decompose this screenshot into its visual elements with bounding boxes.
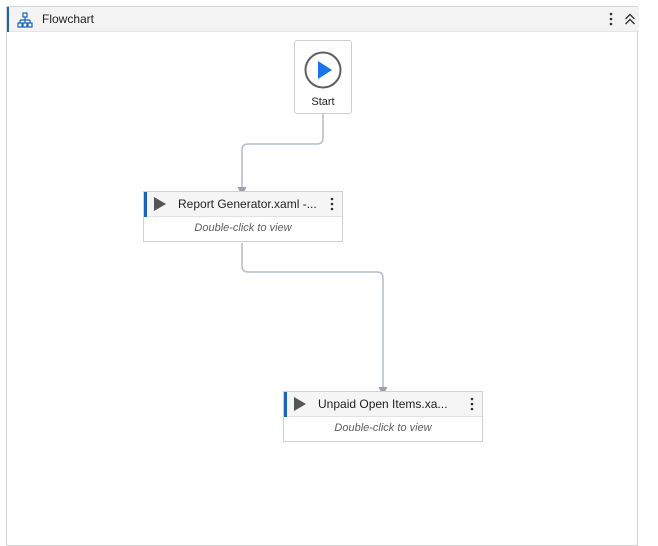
activity-title: Unpaid Open Items.xa... [318, 397, 448, 411]
activity-header: Report Generator.xaml -... [144, 192, 342, 217]
start-node[interactable]: Start [294, 40, 352, 114]
start-label: Start [311, 96, 335, 108]
activity-report-generator[interactable]: Report Generator.xaml -... Double-click … [143, 191, 343, 242]
panel-header: Flowchart [7, 7, 639, 32]
connector-start-to-report[interactable] [241, 114, 324, 187]
invoke-workflow-icon [294, 397, 306, 411]
activity-unpaid-open-items[interactable]: Unpaid Open Items.xa... Double-click to … [283, 391, 483, 442]
activity-hint: Double-click to view [334, 422, 432, 434]
activity-hint: Double-click to view [194, 222, 292, 234]
activity-accent-bar [144, 192, 147, 217]
invoke-workflow-icon [154, 197, 166, 211]
activity-more-options-icon[interactable] [326, 196, 338, 212]
flowchart-panel: Flowchart Start Report Generator.xaml -.… [6, 6, 639, 546]
activity-more-options-icon[interactable] [466, 396, 478, 412]
header-accent-bar [7, 7, 9, 32]
connector-report-to-unpaid[interactable] [241, 243, 384, 387]
start-play-icon [304, 51, 342, 89]
flowchart-canvas[interactable]: Start Report Generator.xaml -... Double-… [7, 32, 637, 545]
panel-title: Flowchart [42, 12, 95, 26]
activity-title: Report Generator.xaml -... [178, 197, 317, 211]
more-options-icon[interactable] [603, 11, 619, 27]
activity-header: Unpaid Open Items.xa... [284, 392, 482, 417]
collapse-icon[interactable] [622, 11, 638, 27]
activity-accent-bar [284, 392, 287, 417]
flowchart-icon [17, 12, 33, 28]
